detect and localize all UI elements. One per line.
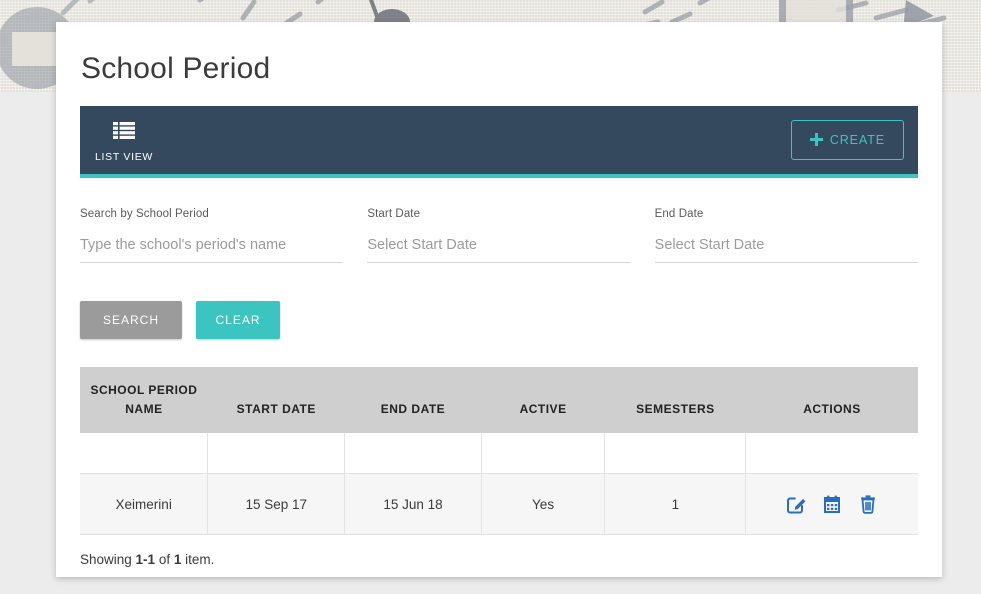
field-school-period: Search by School Period xyxy=(80,208,344,263)
tab-list-view-label: LIST VIEW xyxy=(94,150,154,163)
table-header-row: SCHOOL PERIOD NAME START DATE END DATE A… xyxy=(80,367,918,434)
pagination-summary: Showing 1-1 of 1 item. xyxy=(56,535,942,567)
column-header-name[interactable]: SCHOOL PERIOD NAME xyxy=(80,367,208,434)
showing-range: 1-1 xyxy=(135,552,156,568)
end-date-input[interactable] xyxy=(654,237,918,263)
cell-end-date: 15 Jun 18 xyxy=(344,473,482,536)
filter-cell-semesters[interactable] xyxy=(604,433,747,475)
create-button[interactable]: CREATE xyxy=(790,120,904,160)
cell-active: Yes xyxy=(481,473,606,536)
edit-icon[interactable] xyxy=(785,493,807,515)
search-input[interactable] xyxy=(80,237,344,263)
filter-cell-name[interactable] xyxy=(80,433,209,475)
column-header-active[interactable]: ACTIVE xyxy=(481,367,605,434)
column-header-start-date[interactable]: START DATE xyxy=(207,367,345,434)
trash-icon[interactable] xyxy=(857,493,879,515)
content-card: School Period LIST VIEW CREATE Search by… xyxy=(56,22,942,577)
cell-name: Xeimerini xyxy=(80,473,209,536)
end-date-input-label: End Date xyxy=(654,208,704,220)
tab-list-view[interactable]: LIST VIEW xyxy=(80,106,168,178)
filter-cell-end-date[interactable] xyxy=(344,433,482,475)
calendar-icon[interactable] xyxy=(821,493,843,515)
school-period-table: SCHOOL PERIOD NAME START DATE END DATE A… xyxy=(80,367,918,536)
tab-bar: LIST VIEW CREATE xyxy=(80,106,918,178)
column-header-actions: ACTIONS xyxy=(745,367,918,434)
table-body: Xeimerini 15 Sep 17 15 Jun 18 Yes 1 xyxy=(80,433,918,536)
column-header-end-date[interactable]: END DATE xyxy=(344,367,482,434)
column-header-semesters[interactable]: SEMESTERS xyxy=(604,367,746,434)
cell-start-date: 15 Sep 17 xyxy=(207,473,346,536)
start-date-input[interactable] xyxy=(367,237,631,263)
list-icon xyxy=(113,121,135,144)
field-end-date: End Date xyxy=(654,208,918,263)
filter-cell-start-date[interactable] xyxy=(207,433,346,475)
table-row: Xeimerini 15 Sep 17 15 Jun 18 Yes 1 xyxy=(80,473,918,536)
filter-cell-actions xyxy=(745,433,918,475)
search-button[interactable]: SEARCH xyxy=(80,301,182,339)
cell-semesters: 1 xyxy=(604,473,747,536)
create-button-label: CREATE xyxy=(829,133,885,147)
page-title: School Period xyxy=(81,52,271,85)
showing-prefix: Showing xyxy=(80,552,136,568)
table-filter-row xyxy=(80,433,918,475)
results-table-container: SCHOOL PERIOD NAME START DATE END DATE A… xyxy=(56,339,942,536)
start-date-input-label: Start Date xyxy=(367,208,421,220)
search-input-label: Search by School Period xyxy=(80,208,209,220)
form-button-group: SEARCH CLEAR xyxy=(56,263,942,339)
filter-cell-active[interactable] xyxy=(481,433,606,475)
plus-icon xyxy=(809,132,823,148)
filter-form: Search by School Period Start Date End D… xyxy=(56,178,942,263)
clear-button[interactable]: CLEAR xyxy=(196,301,280,339)
showing-of: of xyxy=(155,552,174,568)
row-action-group xyxy=(752,493,912,515)
table-head: SCHOOL PERIOD NAME START DATE END DATE A… xyxy=(80,367,918,434)
field-start-date: Start Date xyxy=(367,208,631,263)
showing-suffix: item. xyxy=(181,552,215,568)
cell-actions xyxy=(745,473,918,536)
